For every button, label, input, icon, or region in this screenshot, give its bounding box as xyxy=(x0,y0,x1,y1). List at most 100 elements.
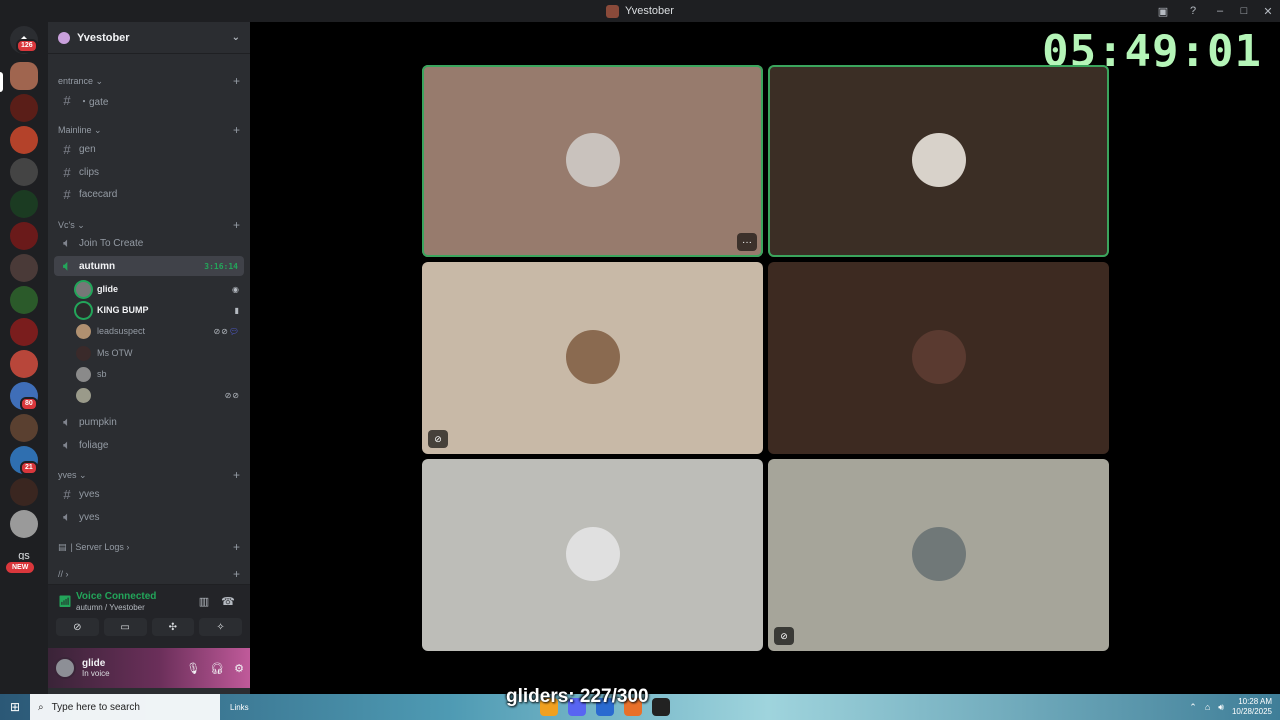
avatar xyxy=(912,330,966,384)
channel-label: autumn xyxy=(79,260,116,272)
avatar[interactable] xyxy=(54,657,76,679)
channel-yves-voice[interactable]: 🔈︎ yves xyxy=(54,507,244,527)
add-channel-icon[interactable]: + xyxy=(233,567,240,581)
channel-foliage[interactable]: 🔈︎ foliage xyxy=(54,435,244,455)
camera-off-button[interactable]: ⊘ xyxy=(56,618,99,636)
active-server-pill xyxy=(0,72,3,92)
gear-icon[interactable]: ⚙ xyxy=(234,662,244,675)
video-tile[interactable]: ⊘ xyxy=(422,262,763,454)
avatar xyxy=(76,345,91,361)
add-channel-icon[interactable]: + xyxy=(233,74,240,88)
video-tile[interactable] xyxy=(768,262,1109,454)
minimize-button[interactable]: – xyxy=(1208,0,1232,22)
signal-icon[interactable]: 📶︎ xyxy=(58,595,76,608)
more-options-icon[interactable]: ··· xyxy=(737,233,757,251)
channel-pumpkin[interactable]: 🔈︎ pumpkin xyxy=(54,412,244,432)
voice-user-name: sb xyxy=(97,369,107,379)
server-3[interactable] xyxy=(10,126,38,154)
category-entrance[interactable]: entrance ⌄ + xyxy=(58,74,240,88)
inbox-icon[interactable]: ▣ xyxy=(1148,0,1178,22)
noise-suppression-icon[interactable]: ▥ xyxy=(192,595,216,608)
links-toolbar[interactable]: Links xyxy=(230,703,249,712)
voice-user-glide[interactable]: glide ◉ xyxy=(76,280,244,298)
channel-label: yves xyxy=(79,488,100,500)
microphone-icon[interactable]: 🎙︎ xyxy=(186,662,200,675)
add-channel-icon[interactable]: + xyxy=(233,540,240,554)
tray-chevron-icon[interactable]: ⌃ xyxy=(1189,702,1197,713)
screen-share-button[interactable]: ▭ xyxy=(103,618,147,636)
server-8[interactable] xyxy=(10,286,38,314)
channel-autumn[interactable]: 🔈︎ autumn 3:16:14 xyxy=(54,256,244,276)
category-yves[interactable]: yves ⌄ + xyxy=(58,468,240,482)
category-slashes[interactable]: // › + xyxy=(58,567,240,581)
search-icon: ⌕ xyxy=(38,701,44,713)
add-channel-icon[interactable]: + xyxy=(233,218,240,232)
server-the-vault[interactable] xyxy=(10,350,38,378)
server-15[interactable] xyxy=(10,510,38,538)
voice-connected-subtitle[interactable]: autumn / Yvestober xyxy=(76,603,192,612)
activities-button[interactable]: ✣ xyxy=(151,618,195,636)
channel-yves-text[interactable]: # yves xyxy=(54,484,244,504)
server-9[interactable] xyxy=(10,318,38,346)
voice-user-unnamed[interactable]: ⊘⊘ xyxy=(76,386,244,404)
server-5[interactable] xyxy=(10,190,38,218)
help-icon[interactable]: ? xyxy=(1178,0,1208,22)
server-2[interactable] xyxy=(10,94,38,122)
add-channel-icon[interactable]: + xyxy=(233,468,240,482)
channel-gate[interactable]: # ・gate xyxy=(54,90,244,110)
search-placeholder: Type here to search xyxy=(51,701,140,713)
title-bar: Yvestober ▣ ? – □ ✕ xyxy=(0,0,1280,22)
hash-icon: # xyxy=(63,486,71,502)
voice-user-name: KING BUMP xyxy=(97,305,149,315)
category-server-logs[interactable]: ▤ | Server Logs › + xyxy=(58,540,240,554)
voice-user-leadsuspect[interactable]: leadsuspect ⊘⊘💬︎ xyxy=(76,322,244,340)
volume-icon[interactable]: 🔊︎ xyxy=(1218,702,1224,713)
close-button[interactable]: ✕ xyxy=(1256,0,1280,22)
channel-gen[interactable]: # gen xyxy=(54,139,244,159)
server-14[interactable] xyxy=(10,478,38,506)
server-windy-city[interactable] xyxy=(10,222,38,250)
server-yvestober[interactable] xyxy=(10,62,38,90)
server-header[interactable]: Yvestober ⌄ xyxy=(48,22,250,54)
maximize-button[interactable]: □ xyxy=(1232,0,1256,22)
video-tile[interactable] xyxy=(422,459,763,651)
stream-overlay-counter: gliders: 227/300 xyxy=(506,686,649,707)
category-label: yves xyxy=(58,470,77,480)
avatar xyxy=(566,330,620,384)
server-4[interactable] xyxy=(10,158,38,186)
headphones-icon[interactable]: 🎧︎ xyxy=(210,662,224,675)
window-title: Yvestober xyxy=(606,4,674,18)
channel-join-to-create[interactable]: 🔈︎ Join To Create xyxy=(54,233,244,253)
video-tile[interactable] xyxy=(768,65,1109,257)
windows-start-icon[interactable]: ⊞ xyxy=(0,694,30,720)
video-tile[interactable]: ⊘ xyxy=(768,459,1109,651)
window-title-text: Yvestober xyxy=(625,5,674,17)
voice-user-sb[interactable]: sb xyxy=(76,365,244,383)
server-12[interactable] xyxy=(10,414,38,442)
channel-label: ・gate xyxy=(79,96,109,108)
user-panel: glide In voice 🎙︎ 🎧︎ ⚙ xyxy=(48,648,250,688)
channel-label: yves xyxy=(79,511,100,523)
add-channel-icon[interactable]: + xyxy=(233,123,240,137)
category-mainline[interactable]: Mainline ⌄ + xyxy=(58,123,240,137)
server-badge-21: 21 xyxy=(20,461,38,475)
soundboard-button[interactable]: ✧ xyxy=(199,618,242,636)
disconnect-icon[interactable]: ☎ xyxy=(216,595,240,608)
voice-user-king-bump[interactable]: KING BUMP ▮ xyxy=(76,301,244,319)
taskbar-search[interactable]: ⌕ Type here to search xyxy=(30,694,220,720)
video-tile[interactable]: ··· xyxy=(422,65,763,257)
network-icon[interactable]: ⌂ xyxy=(1205,702,1210,712)
server-7[interactable] xyxy=(10,254,38,282)
voice-connected-title[interactable]: Voice Connected xyxy=(76,591,192,602)
channel-clips[interactable]: # clips xyxy=(54,162,244,182)
epic-games-icon[interactable] xyxy=(652,698,670,716)
voice-user-ms-otw[interactable]: Ms OTW xyxy=(76,344,244,362)
taskbar-clock[interactable]: 10:28 AM 10/28/2025 xyxy=(1232,697,1272,717)
muted-icon: ⊘ xyxy=(428,430,448,448)
server-header-icon xyxy=(58,31,70,44)
muted-deafened-icon: ⊘⊘💬︎ xyxy=(213,326,240,336)
user-name[interactable]: glide xyxy=(82,658,110,669)
channel-facecard[interactable]: # facecard xyxy=(54,184,244,204)
document-icon: ▤ xyxy=(58,541,67,552)
category-vcs[interactable]: Vc's ⌄ + xyxy=(58,218,240,232)
